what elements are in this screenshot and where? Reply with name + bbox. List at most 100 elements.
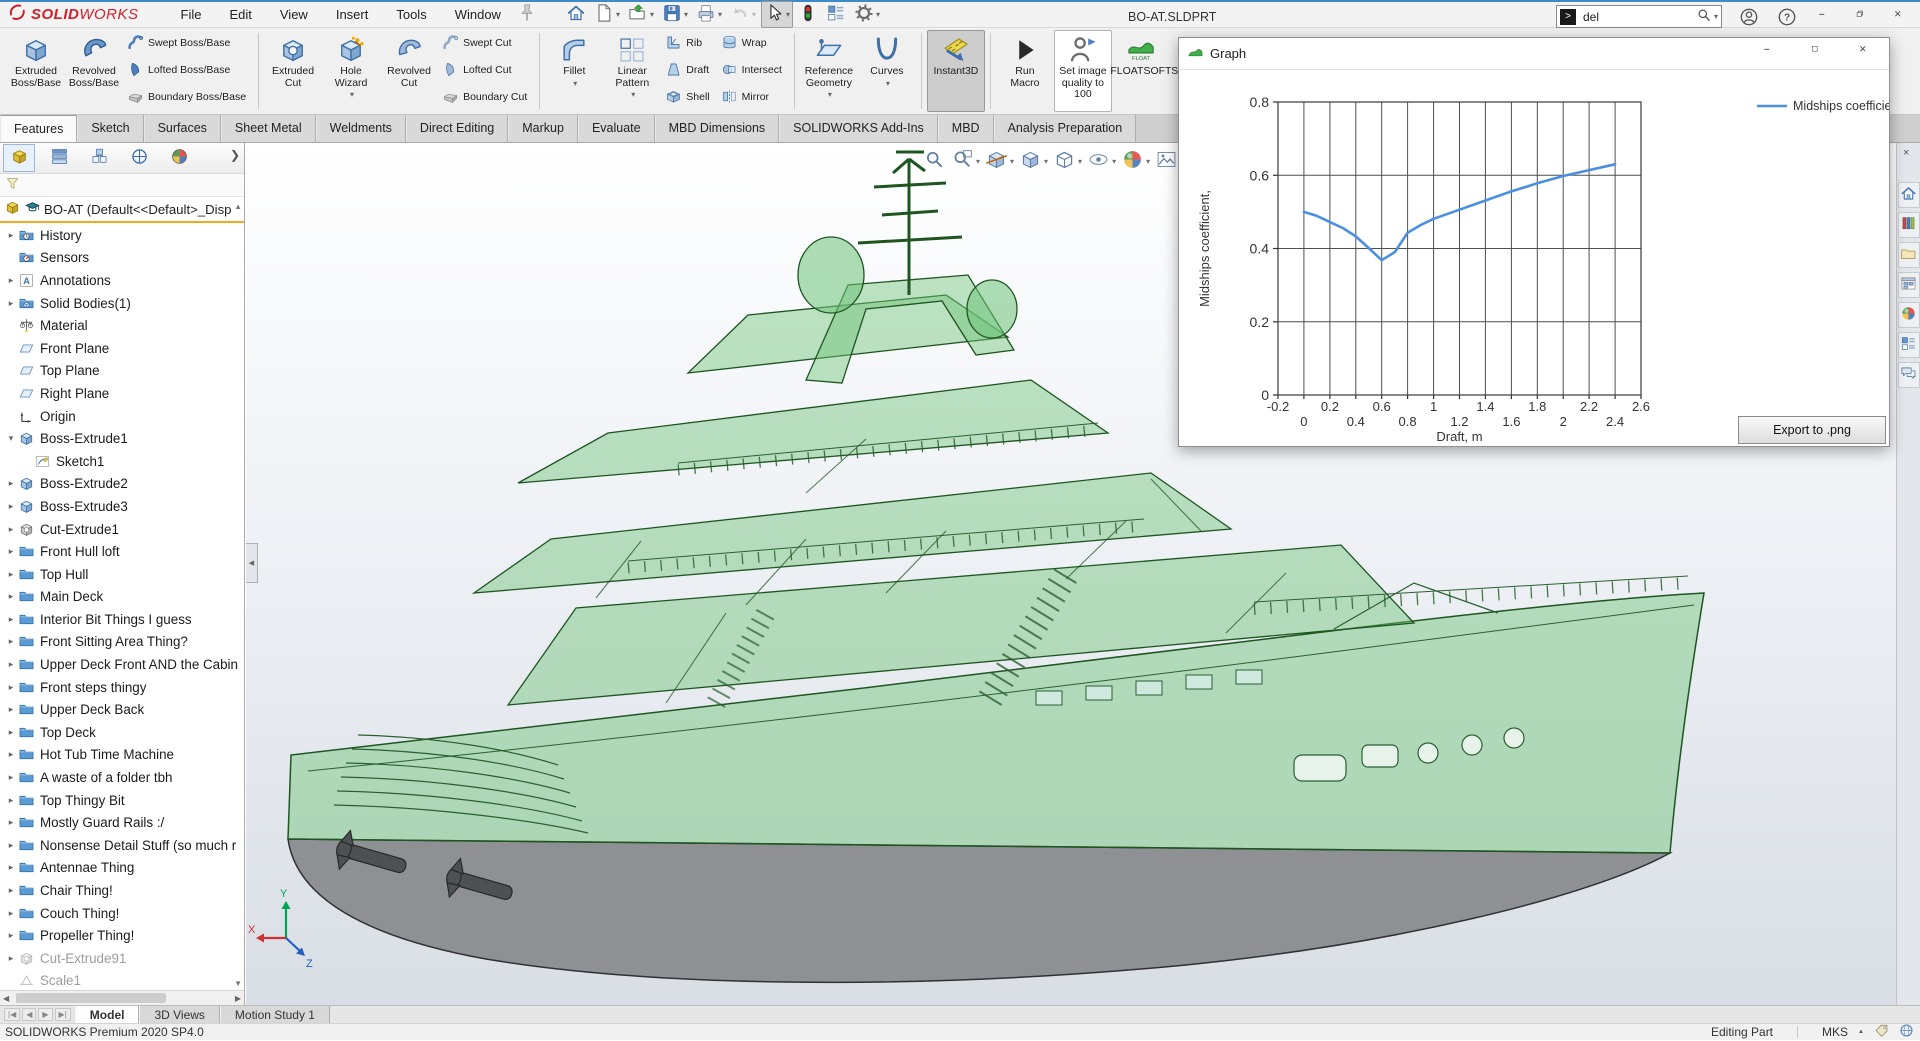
display-settings-button[interactable] [823,1,849,28]
tree-item-solid-bodies-1[interactable]: ▸Solid Bodies(1) [0,292,244,315]
tree-item-nonsense-detail-stuff-so-much-r[interactable]: ▸Nonsense Detail Stuff (so much r [0,834,244,857]
fm-part-tab[interactable] [3,144,35,172]
expand-arrow-icon[interactable]: ▸ [4,591,18,602]
ribbon-mirror-button[interactable]: Mirror [719,87,787,109]
search-icon[interactable] [1696,7,1712,26]
dropdown-caret-icon[interactable]: ▾ [1010,157,1014,166]
dropdown-caret-icon[interactable]: ▾ [1112,157,1116,166]
expand-arrow-icon[interactable]: ▸ [4,478,18,489]
expand-arrow-icon[interactable]: ▸ [4,930,18,941]
panel-collapse-handle[interactable]: ◀ [246,543,258,583]
dropdown-caret-icon[interactable]: ▾ [976,157,980,166]
search-input[interactable] [1581,9,1696,25]
scroll-left-icon[interactable]: ◀ [3,994,9,1003]
open-button[interactable]: ▾ [625,1,657,28]
expand-arrow-icon[interactable]: ▸ [4,636,18,647]
expand-arrow-icon[interactable]: ▸ [4,908,18,919]
help-button[interactable]: ? [1776,6,1798,28]
tree-item-mostly-guard-rails[interactable]: ▸Mostly Guard Rails :/ [0,811,244,834]
tree-item-sketch1[interactable]: Sketch1 [0,450,244,473]
ribbon-boundary-cut-button[interactable]: Boundary Cut [440,87,532,109]
graph-window[interactable]: Graph -0.200.20.40.60.811.21.41.61.822.2… [1178,37,1890,447]
tree-item-propeller-thing[interactable]: ▸Propeller Thing! [0,924,244,947]
dropdown-caret-icon[interactable]: ▾ [1078,157,1082,166]
tree-item-top-thingy-bit[interactable]: ▸Top Thingy Bit [0,789,244,812]
tab-solidworks-add-ins[interactable]: SOLIDWORKS Add-Ins [779,115,938,142]
dropdown-caret-icon[interactable]: ▾ [616,10,620,19]
tree-item-right-plane[interactable]: Right Plane [0,382,244,405]
select-cursor-button[interactable]: ▾ [761,1,793,28]
ribbon-fillet-button[interactable]: Fillet▾ [545,30,603,112]
tree-item-cut-extrude91[interactable]: ▸Cut-Extrude91 [0,947,244,970]
dropdown-caret-icon[interactable]: ▾ [886,79,890,88]
tab-features[interactable]: Features [0,115,77,142]
ribbon-extruded-boss-base-button[interactable]: ExtrudedBoss/Base [7,30,65,112]
dropdown-caret-icon[interactable]: ▾ [1044,157,1048,166]
fm-display-tab[interactable] [163,144,195,172]
ribbon-extruded-cut-button[interactable]: ExtrudedCut [264,30,322,112]
home-button[interactable] [563,1,589,28]
expand-arrow-icon[interactable]: ▸ [4,659,18,670]
ribbon-swept-cut-button[interactable]: Swept Cut [440,33,532,55]
ribbon-rib-button[interactable]: Rib [663,33,714,55]
options-gear-button[interactable]: ▾ [851,1,883,28]
tree-item-front-steps-thingy[interactable]: ▸Front steps thingy [0,676,244,699]
tree-item-annotations[interactable]: ▸AAnnotations [0,269,244,292]
tree-item-chair-thing[interactable]: ▸Chair Thing! [0,879,244,902]
tree-horizontal-scrollbar[interactable]: ◀ ▶ [0,990,244,1005]
graph-minimize-icon[interactable] [1763,45,1777,62]
fm-property-tab[interactable] [43,144,75,172]
tree-item-boss-extrude2[interactable]: ▸Boss-Extrude2 [0,473,244,496]
ribbon-set-image-quality-to-100-button[interactable]: Set imagequality to100 [1054,30,1112,112]
tab-sketch[interactable]: Sketch [77,115,143,142]
dropdown-caret-icon[interactable]: ▾ [684,10,688,19]
minimize-button[interactable] [1814,6,1836,28]
scrollbar-thumb[interactable] [16,993,166,1003]
ribbon-reference-geometry-button[interactable]: ReferenceGeometry▾ [800,30,858,112]
custom-properties-button[interactable] [1898,332,1920,358]
ribbon-draft-button[interactable]: Draft [663,60,714,82]
expand-arrow-icon[interactable]: ▾ [4,433,18,444]
view-palette-button[interactable] [1898,272,1920,298]
tree-item-front-hull-loft[interactable]: ▸Front Hull loft [0,540,244,563]
tree-item-upper-deck-back[interactable]: ▸Upper Deck Back [0,698,244,721]
ribbon-wrap-button[interactable]: Wrap [719,33,787,55]
tree-item-top-hull[interactable]: ▸Top Hull [0,563,244,586]
ribbon-floatsoft-button[interactable]: FLOATFLOATSOFT [1112,30,1170,112]
ribbon-lofted-cut-button[interactable]: Lofted Cut [440,60,532,82]
tree-item-top-plane[interactable]: Top Plane [0,360,244,383]
expand-arrow-icon[interactable]: ▸ [4,524,18,535]
export-png-button[interactable]: Export to .png [1738,416,1886,444]
dropdown-caret-icon[interactable]: ▾ [828,90,832,99]
tree-item-boss-extrude1[interactable]: ▾Boss-Extrude1 [0,427,244,450]
tp-home-button[interactable] [1898,182,1920,208]
graph-window-titlebar[interactable]: Graph [1179,38,1889,70]
expand-arrow-icon[interactable]: ▸ [4,795,18,806]
tree-item-hot-tub-time-machine[interactable]: ▸Hot Tub Time Machine [0,744,244,767]
ribbon-hole-wizard-button[interactable]: HoleWizard▾ [322,30,380,112]
zoom-fit-button[interactable] [922,147,947,175]
tree-item-a-waste-of-a-folder-tbh[interactable]: ▸A waste of a folder tbh [0,766,244,789]
tree-root-item[interactable]: BO-AT (Default<<Default>_Disp ▲ [0,197,244,223]
tab-mbd[interactable]: MBD [938,115,994,142]
tree-item-front-plane[interactable]: Front Plane [0,337,244,360]
doc-tab-model[interactable]: Model [75,1006,140,1023]
tab-analysis-preparation[interactable]: Analysis Preparation [994,115,1137,142]
menu-file[interactable]: File [167,3,216,26]
globe-icon[interactable] [1899,1023,1914,1041]
doc-tab-motion-study-1[interactable]: Motion Study 1 [220,1006,330,1023]
search-caret-icon[interactable]: ▾ [1714,12,1718,21]
expand-arrow-icon[interactable]: ▸ [4,682,18,693]
ribbon-curves-button[interactable]: Curves▾ [858,30,916,112]
tree-item-history[interactable]: ▸History [0,224,244,247]
expand-arrow-icon[interactable]: ▸ [4,275,18,286]
expand-arrow-icon[interactable]: ▸ [4,614,18,625]
tab-mbd-dimensions[interactable]: MBD Dimensions [655,115,780,142]
graph-maximize-icon[interactable] [1811,45,1825,62]
file-explorer-button[interactable] [1898,242,1920,268]
edit-appearance-button[interactable]: ▾ [1120,147,1151,175]
panel-expand-icon[interactable]: ❯ [230,148,240,162]
doc-tab-3d-views[interactable]: 3D Views [139,1006,219,1023]
fm-dimxpert-tab[interactable] [123,144,155,172]
rebuild-traffic-light-button[interactable] [795,1,821,28]
